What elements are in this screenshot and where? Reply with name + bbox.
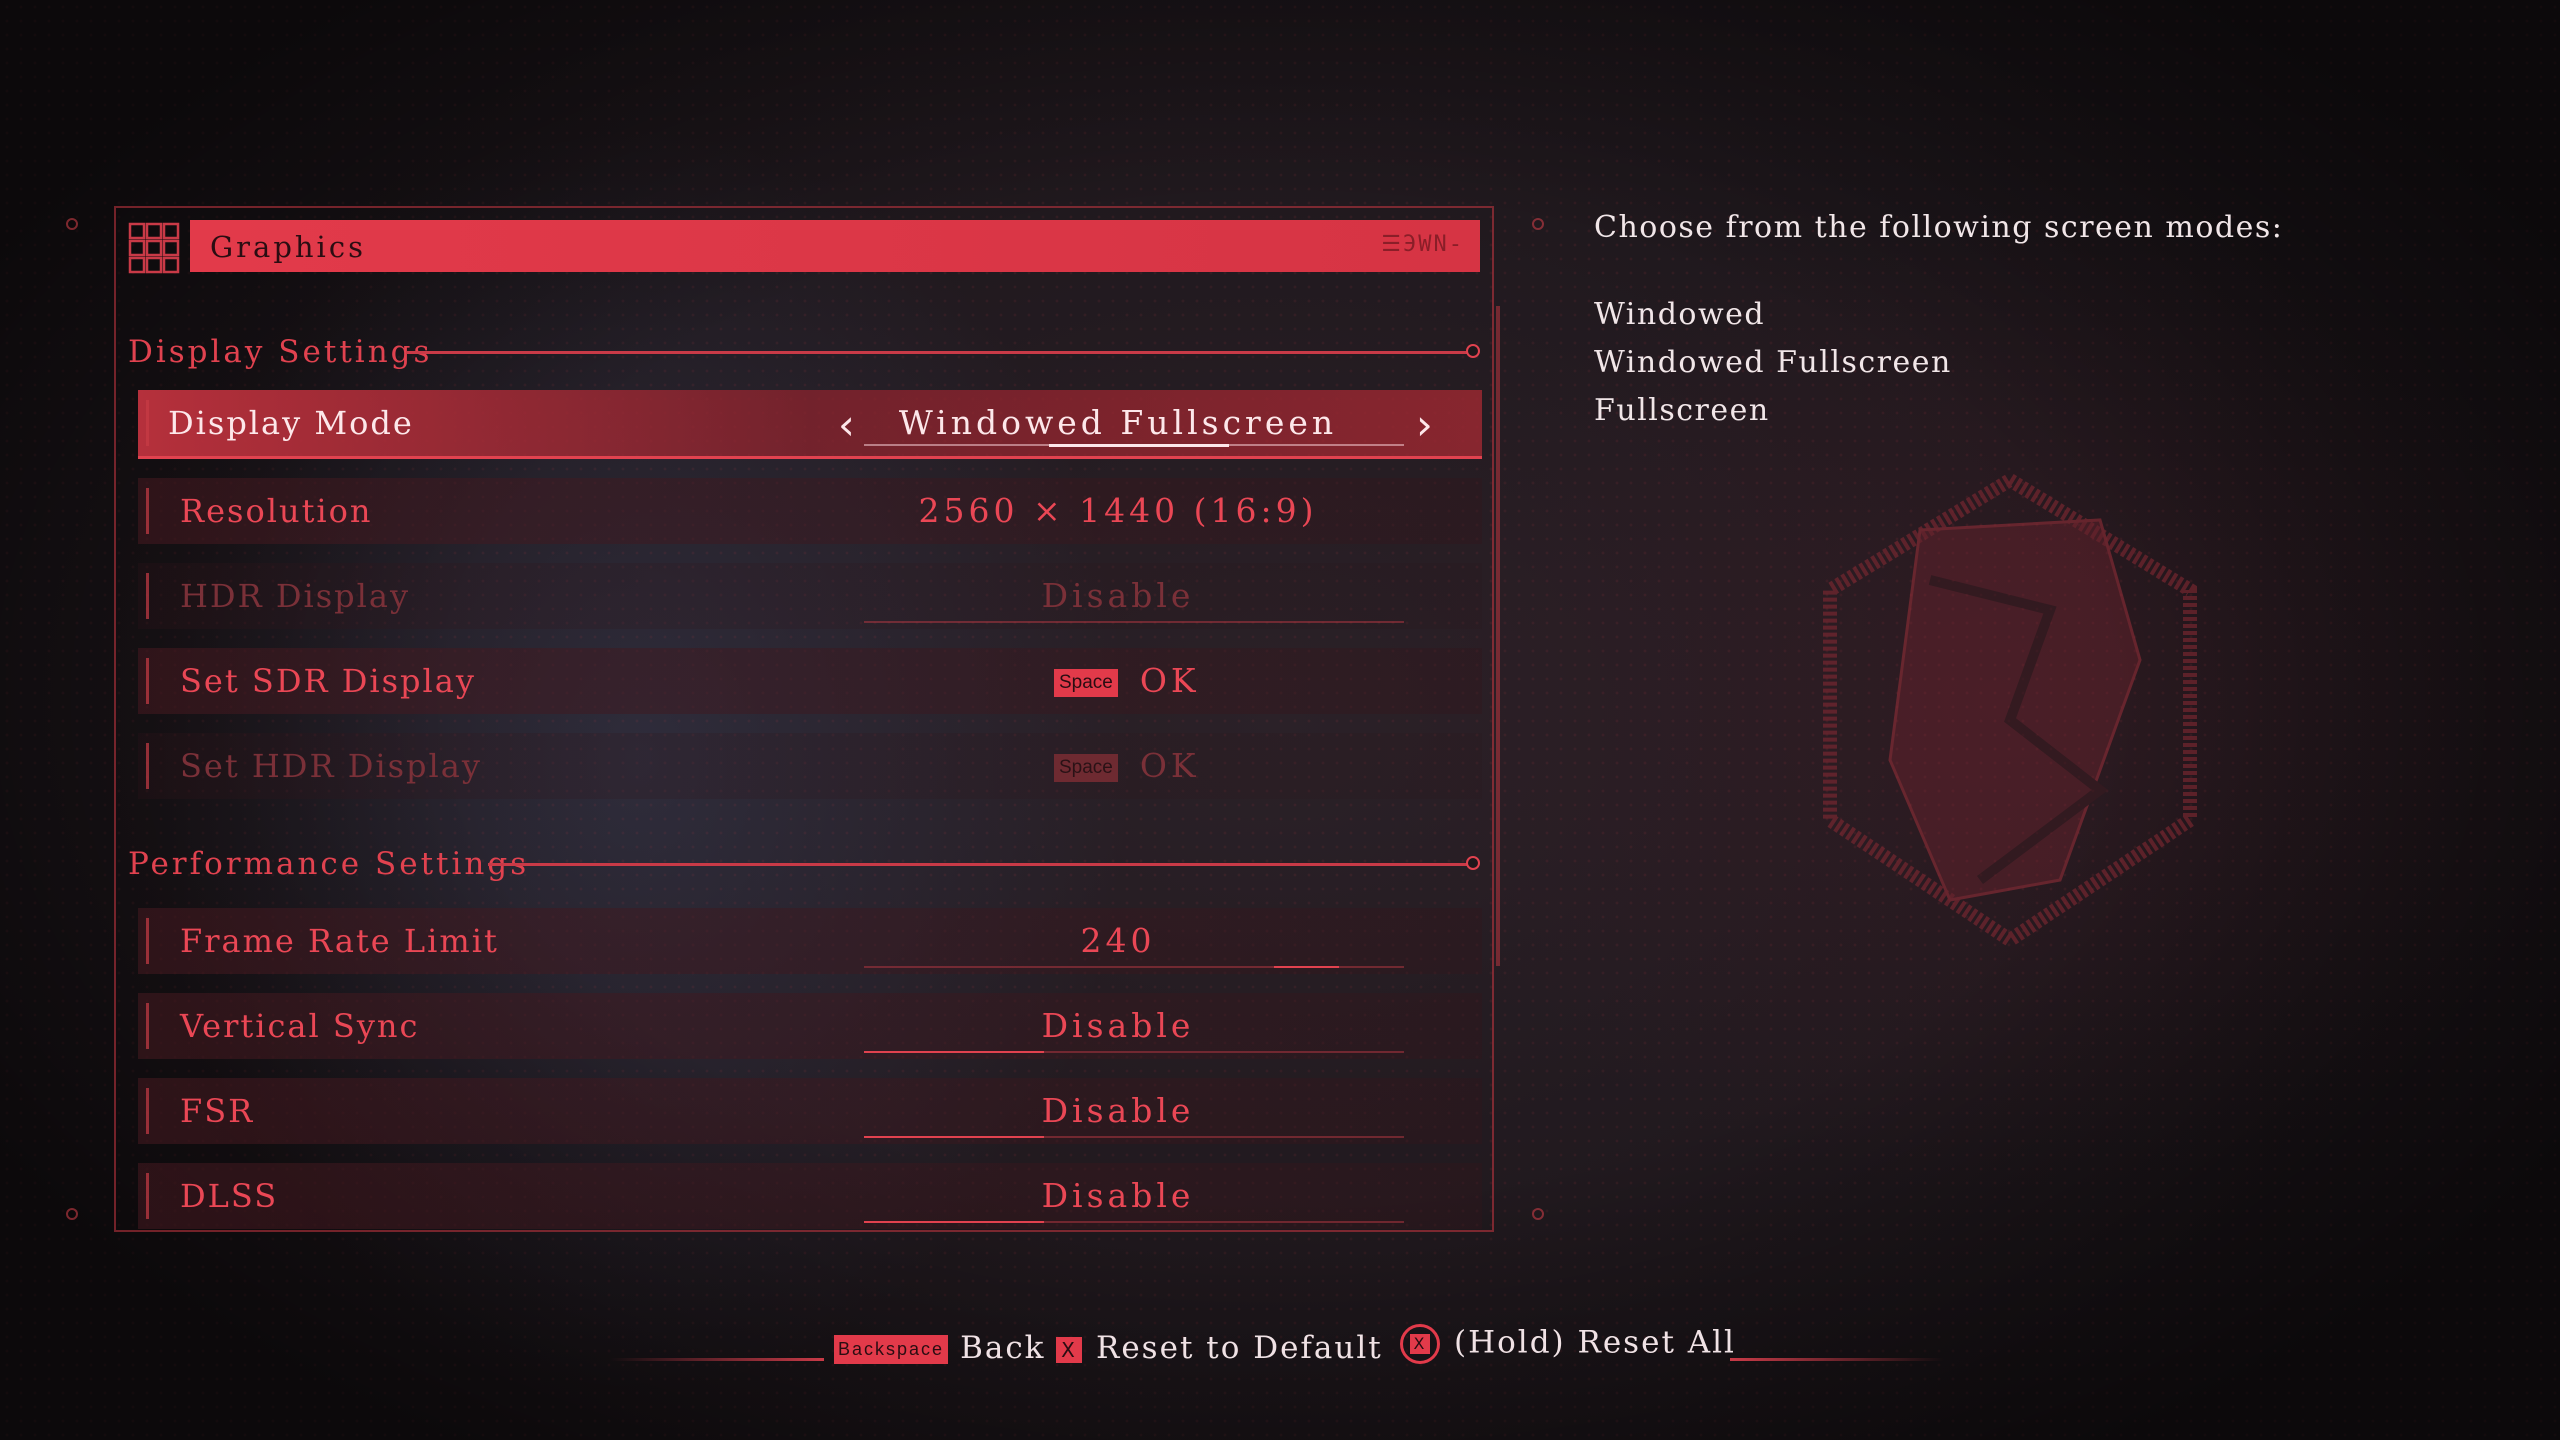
setting-row-vertical-sync[interactable]: Vertical Sync Disable <box>138 993 1482 1059</box>
setting-label: Vertical Sync <box>180 1007 420 1045</box>
setting-value: 2560 × 1440 (16:9) <box>918 491 1318 530</box>
section-title-performance: Performance Settings <box>128 846 530 882</box>
setting-row-set-hdr-display: Set HDR Display Space OK <box>138 733 1482 799</box>
frame-rate-slider[interactable] <box>864 966 1404 968</box>
row-bracket <box>146 1088 157 1134</box>
x-circle-button-icon: X <box>1400 1324 1440 1364</box>
settings-panel: Graphics ☰ЭWN- Display Settings Display … <box>114 206 1500 1232</box>
value-underline <box>864 621 1404 623</box>
grid-icon <box>128 222 180 274</box>
setting-row-hdr-display: HDR Display Disable <box>138 563 1482 629</box>
setting-value: OK <box>1139 661 1200 700</box>
setting-value: Disable <box>1041 1006 1195 1045</box>
value-position-indicator <box>864 1051 1044 1053</box>
reset-to-default-button[interactable]: X Reset to Default <box>1056 1330 1383 1366</box>
action-value: Space OK <box>1054 746 1200 785</box>
row-bracket <box>146 400 157 446</box>
value-position-indicator <box>864 1221 1044 1223</box>
space-key-icon: Space <box>1054 754 1118 782</box>
screen-mode-list: Windowed Windowed Fullscreen Fullscreen <box>1594 291 2283 435</box>
space-key-icon: Space <box>1054 669 1118 697</box>
setting-value: Windowed Fullscreen <box>898 403 1338 442</box>
setting-label: Set HDR Display <box>180 747 482 785</box>
x-button-icon: X <box>1056 1336 1082 1363</box>
row-bracket <box>146 1173 157 1219</box>
setting-row-frame-rate-limit[interactable]: Frame Rate Limit 240 <box>138 908 1482 974</box>
setting-label: Frame Rate Limit <box>180 922 499 960</box>
value-position-indicator <box>1049 444 1229 447</box>
setting-label: FSR <box>180 1092 255 1130</box>
setting-value: 240 <box>1080 921 1156 960</box>
row-bracket <box>146 1003 157 1049</box>
row-bracket <box>146 658 157 704</box>
value-position-indicator <box>864 1136 1044 1138</box>
scrollbar[interactable] <box>1496 306 1500 966</box>
setting-value: OK <box>1139 746 1200 785</box>
setting-row-dlss[interactable]: DLSS Disable <box>138 1163 1482 1229</box>
bottom-action-bar: Backspace Back X Reset to Default X (Hold) … <box>0 1320 2560 1380</box>
list-item: Windowed <box>1594 297 1766 332</box>
value-underline <box>864 444 1404 447</box>
setting-value: Disable <box>1041 1176 1195 1215</box>
setting-label: DLSS <box>180 1177 279 1215</box>
decor-dot <box>66 218 78 230</box>
list-item: Windowed Fullscreen <box>1594 345 1952 380</box>
setting-label: HDR Display <box>180 577 411 615</box>
bar-line-right <box>1730 1358 1944 1361</box>
emblem-icon <box>1823 471 2197 949</box>
row-bracket <box>146 573 157 619</box>
value-underline <box>864 1136 1404 1138</box>
setting-value: Disable <box>1041 1091 1195 1130</box>
setting-value: Disable <box>1041 576 1195 615</box>
setting-label: Resolution <box>180 492 373 530</box>
setting-label: Set SDR Display <box>180 662 476 700</box>
help-heading: Choose from the following screen modes: <box>1594 210 2284 245</box>
setting-row-display-mode[interactable]: Display Mode ‹ Windowed Fullscreen › <box>138 390 1482 459</box>
back-label: Back <box>960 1330 1046 1366</box>
help-panel: Choose from the following screen modes: … <box>1594 210 2283 435</box>
section-divider-dot <box>1466 344 1480 358</box>
action-value: Space OK <box>1054 661 1200 700</box>
back-button[interactable]: Backspace Back <box>834 1330 1045 1366</box>
page-title: Graphics <box>210 230 366 264</box>
setting-row-set-sdr-display[interactable]: Set SDR Display Space OK <box>138 648 1482 714</box>
decor-dot <box>66 1208 78 1220</box>
header-logo: ☰ЭWN- <box>1381 232 1464 257</box>
list-item: Fullscreen <box>1594 393 1770 428</box>
value-underline <box>864 1051 1404 1053</box>
section-title-display: Display Settings <box>128 334 433 370</box>
chevron-right-icon[interactable]: › <box>1416 400 1433 449</box>
section-divider <box>488 863 1468 866</box>
row-bracket <box>146 918 157 964</box>
setting-label: Display Mode <box>168 404 414 442</box>
value-underline <box>864 1221 1404 1223</box>
decor-dot <box>1532 218 1544 230</box>
game-settings-screen: Graphics ☰ЭWN- Display Settings Display … <box>0 0 2560 1440</box>
decor-dot <box>1532 1208 1544 1220</box>
panel-header: Graphics ☰ЭWN- <box>190 220 1480 272</box>
x-key-glyph: X <box>1410 1334 1430 1354</box>
reset-all-button[interactable]: X (Hold) Reset All <box>1400 1324 1736 1364</box>
setting-row-resolution[interactable]: Resolution 2560 × 1440 (16:9) <box>138 478 1482 544</box>
setting-row-fsr[interactable]: FSR Disable <box>138 1078 1482 1144</box>
section-divider <box>406 351 1468 354</box>
reset-label: Reset to Default <box>1096 1330 1383 1366</box>
row-bracket <box>146 743 157 789</box>
row-bracket <box>146 488 157 534</box>
bar-line-left <box>610 1358 824 1361</box>
section-divider-dot <box>1466 856 1480 870</box>
reset-all-label: (Hold) Reset All <box>1454 1324 1736 1361</box>
slider-fill <box>1274 966 1340 968</box>
backspace-key-icon: Backspace <box>834 1335 949 1364</box>
